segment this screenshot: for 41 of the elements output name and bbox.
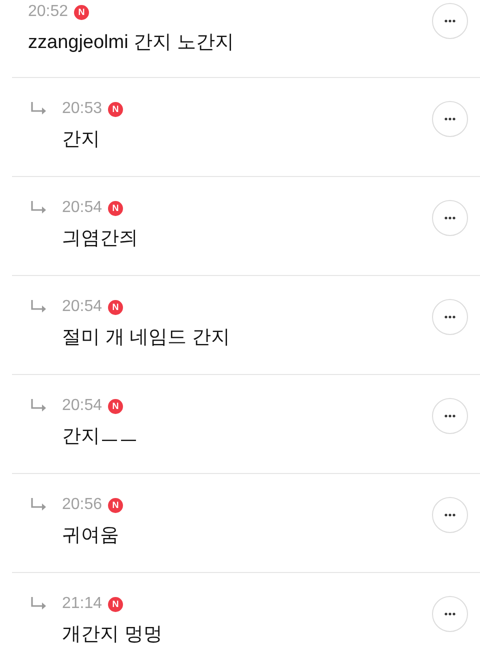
comment-time: 21:14 bbox=[62, 594, 102, 614]
comment-text: 절미 개 네임드 간지 bbox=[62, 326, 230, 350]
new-badge: N bbox=[108, 200, 124, 216]
comment-time: 20:52 bbox=[28, 2, 68, 22]
comment-time: 20:54 bbox=[62, 297, 102, 317]
more-icon bbox=[444, 315, 456, 319]
comment-text: 간지ㅡㅡ bbox=[62, 425, 138, 449]
more-button[interactable] bbox=[432, 3, 468, 39]
reply-arrow-icon bbox=[30, 596, 48, 612]
more-icon bbox=[444, 19, 456, 23]
more-icon bbox=[444, 612, 456, 616]
comment-text: 개간지 멍멍 bbox=[62, 623, 162, 647]
more-button[interactable] bbox=[432, 497, 468, 533]
new-badge: N bbox=[108, 498, 124, 512]
more-icon bbox=[444, 117, 456, 121]
new-badge: N bbox=[108, 300, 124, 314]
comment-time: 20:54 bbox=[62, 396, 102, 416]
more-button[interactable] bbox=[432, 299, 468, 335]
reply-arrow-icon bbox=[30, 200, 48, 216]
more-icon bbox=[444, 216, 456, 220]
reply-arrow-icon bbox=[30, 299, 48, 315]
comment-time: 20:56 bbox=[62, 495, 102, 515]
reply-arrow-icon bbox=[30, 398, 48, 414]
reply-arrow-icon bbox=[30, 101, 48, 117]
comment-text: zzangjeolmi 간지 노간지 bbox=[28, 31, 234, 55]
comment-time: 20:53 bbox=[62, 99, 102, 119]
comment-time: 20:54 bbox=[62, 198, 102, 218]
new-badge: N bbox=[108, 398, 124, 414]
comment-text: 간지 bbox=[62, 128, 101, 152]
reply-arrow-icon bbox=[30, 497, 48, 513]
more-button[interactable] bbox=[432, 101, 468, 137]
new-badge: N bbox=[74, 4, 90, 20]
new-badge: N bbox=[108, 102, 124, 116]
more-button[interactable] bbox=[432, 200, 468, 236]
more-button[interactable] bbox=[432, 398, 468, 434]
comment-text: 귀여움 bbox=[62, 524, 120, 548]
more-icon bbox=[444, 513, 456, 517]
more-button[interactable] bbox=[432, 596, 468, 632]
new-badge: N bbox=[108, 596, 124, 612]
comment-text: 긔염간즤 bbox=[62, 227, 138, 251]
more-icon bbox=[444, 414, 456, 418]
